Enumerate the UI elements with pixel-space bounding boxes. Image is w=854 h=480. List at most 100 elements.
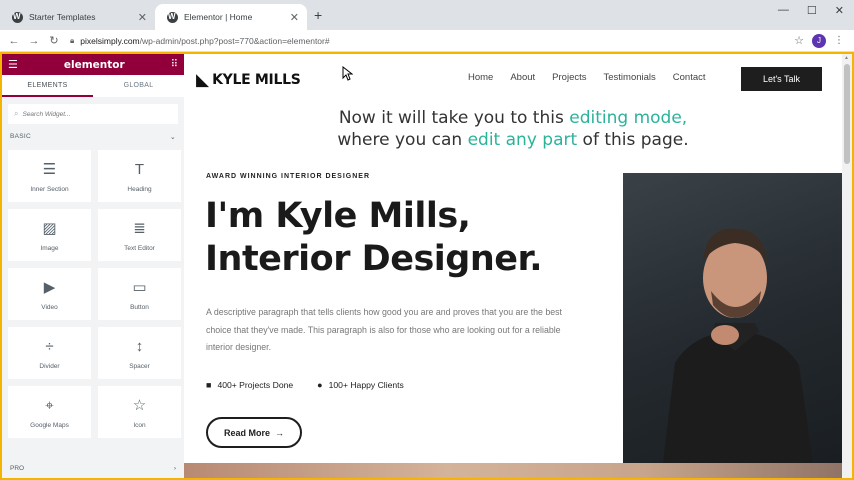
tab-global[interactable]: GLOBAL	[93, 75, 184, 97]
new-tab-button[interactable]: +	[314, 7, 322, 23]
image-icon: ▨	[42, 219, 57, 237]
search-widget-input[interactable]	[22, 110, 163, 118]
heading-icon: T	[134, 160, 145, 178]
forward-arrow-icon[interactable]: →	[24, 35, 44, 47]
widgets-grid-icon[interactable]: ⠿	[171, 59, 178, 70]
next-section-preview	[184, 463, 842, 478]
panel-tabs: ELEMENTS GLOBAL	[2, 75, 184, 97]
category-pro-label: PRO	[10, 465, 25, 472]
star-icon: ☆	[132, 396, 147, 414]
category-pro[interactable]: PRO ›	[2, 465, 184, 472]
close-tab-icon[interactable]: ✕	[290, 11, 299, 24]
elementor-logo: elementor	[63, 58, 125, 71]
page-scrollbar[interactable]: ▲	[842, 54, 852, 478]
logo-mark-icon: ◣	[196, 70, 210, 89]
close-window-button[interactable]: ✕	[835, 4, 844, 17]
nav-home[interactable]: Home	[468, 72, 493, 83]
widget-label: Button	[130, 303, 149, 311]
widget-inner-section[interactable]: ☰ Inner Section	[8, 150, 91, 202]
widget-heading[interactable]: T Heading	[98, 150, 181, 202]
site-nav: Home About Projects Testimonials Contact	[468, 72, 706, 83]
browser-menu-icon[interactable]: ⋮	[834, 35, 844, 46]
arrow-right-icon: →	[275, 427, 284, 438]
widget-label: Google Maps	[30, 421, 69, 429]
read-more-label: Read More	[223, 427, 270, 438]
inner-section-icon: ☰	[42, 160, 57, 178]
nav-contact[interactable]: Contact	[673, 72, 706, 83]
nav-testimonials[interactable]: Testimonials	[604, 72, 656, 83]
category-basic[interactable]: BASIC ⌄	[2, 133, 184, 141]
tab-title: Starter Templates	[29, 12, 96, 22]
browser-tab-starter-templates[interactable]: Starter Templates ✕	[0, 4, 155, 30]
caption-line1-text: Now it will take you to this	[338, 108, 570, 128]
widget-grid: ☰ Inner Section T Heading ▨ Image ≣ Text…	[2, 141, 184, 438]
back-arrow-icon[interactable]: ←	[4, 35, 24, 47]
search-icon: ⌕	[14, 109, 19, 118]
widget-image[interactable]: ▨ Image	[8, 209, 91, 261]
maximize-button[interactable]: ☐	[807, 4, 817, 17]
chevron-down-icon: ⌄	[169, 134, 176, 141]
briefcase-icon: ■	[206, 380, 212, 390]
scrollbar-thumb[interactable]	[844, 64, 850, 164]
widget-icon[interactable]: ☆ Icon	[98, 386, 181, 438]
hero-eyebrow: AWARD WINNING INTERIOR DESIGNER	[206, 173, 371, 180]
address-bar[interactable]: 🔒︎ pixelsimply.com/wp-admin/post.php?pos…	[70, 36, 794, 46]
tutorial-caption: Now it will take you to this editing mod…	[184, 107, 842, 151]
map-icon: ⌖	[45, 396, 54, 414]
browser-tab-strip: Starter Templates ✕ Elementor | Home ✕ +…	[0, 0, 854, 30]
stat-projects: ■ 400+ Projects Done	[206, 380, 293, 390]
widget-spacer[interactable]: ↕ Spacer	[98, 327, 181, 379]
widget-label: Image	[40, 244, 59, 252]
close-tab-icon[interactable]: ✕	[138, 11, 147, 24]
text-editor-icon: ≣	[133, 219, 146, 237]
hero-headline: I'm Kyle Mills, Interior Designer.	[205, 196, 543, 279]
chevron-right-icon: ›	[173, 465, 176, 472]
stat-label: 400+ Projects Done	[217, 380, 294, 390]
nav-projects[interactable]: Projects	[552, 72, 586, 83]
bookmark-star-icon[interactable]: ☆	[794, 34, 804, 47]
scroll-up-icon[interactable]: ▲	[844, 55, 849, 61]
caption-line2-end: of this page.	[577, 130, 689, 150]
widget-label: Video	[41, 303, 58, 311]
widget-google-maps[interactable]: ⌖ Google Maps	[8, 386, 91, 438]
page-preview: ◣ KYLE MILLS Home About Projects Testimo…	[184, 54, 842, 478]
profile-avatar[interactable]: J	[812, 33, 826, 48]
widget-label: Divider	[39, 362, 60, 370]
stat-clients: ● 100+ Happy Clients	[317, 380, 404, 390]
widget-label: Inner Section	[30, 185, 69, 193]
widget-label: Spacer	[129, 362, 150, 370]
url-domain: pixelsimply.com	[80, 35, 140, 46]
elementor-panel-header: ☰ elementor ⠿	[2, 54, 184, 75]
reload-icon[interactable]: ↻	[44, 34, 64, 47]
tab-title: Elementor | Home	[184, 12, 253, 22]
portrait-figure	[663, 228, 813, 463]
category-basic-label: BASIC	[10, 133, 32, 140]
elementor-panel: ☰ elementor ⠿ ELEMENTS GLOBAL ⌕ BASIC ⌄ …	[2, 54, 184, 478]
nav-about[interactable]: About	[510, 72, 535, 83]
widget-text-editor[interactable]: ≣ Text Editor	[98, 209, 181, 261]
caption-line2-text: where you can	[337, 130, 468, 150]
caption-highlight-edit-any-part: edit any part	[467, 130, 578, 150]
widget-video[interactable]: ▶ Video	[8, 268, 91, 320]
widget-label: Icon	[133, 421, 146, 429]
lets-talk-button[interactable]: Let's Talk	[741, 67, 822, 91]
widget-divider[interactable]: ÷ Divider	[8, 327, 91, 379]
window-controls: — ☐ ✕	[778, 4, 844, 17]
hero-stats: ■ 400+ Projects Done ● 100+ Happy Client…	[206, 380, 428, 390]
widget-button[interactable]: ▭ Button	[98, 268, 181, 320]
wordpress-icon	[167, 11, 178, 23]
lock-icon: 🔒︎	[70, 35, 75, 45]
video-icon: ▶	[43, 278, 56, 296]
widget-label: Heading	[127, 185, 152, 193]
hamburger-menu-icon[interactable]: ☰	[8, 58, 18, 71]
url-path: /wp-admin/post.php?post=770&action=eleme…	[139, 35, 330, 46]
user-icon: ●	[317, 380, 323, 390]
caption-highlight-editing-mode: editing mode,	[569, 108, 688, 128]
site-logo[interactable]: ◣ KYLE MILLS	[196, 70, 301, 90]
minimize-button[interactable]: —	[778, 4, 789, 17]
brand-name: KYLE MILLS	[212, 72, 301, 88]
read-more-button[interactable]: Read More →	[206, 417, 302, 448]
browser-tab-elementor-home[interactable]: Elementor | Home ✕	[155, 4, 307, 30]
tab-elements[interactable]: ELEMENTS	[2, 75, 93, 97]
wordpress-icon	[12, 11, 23, 23]
